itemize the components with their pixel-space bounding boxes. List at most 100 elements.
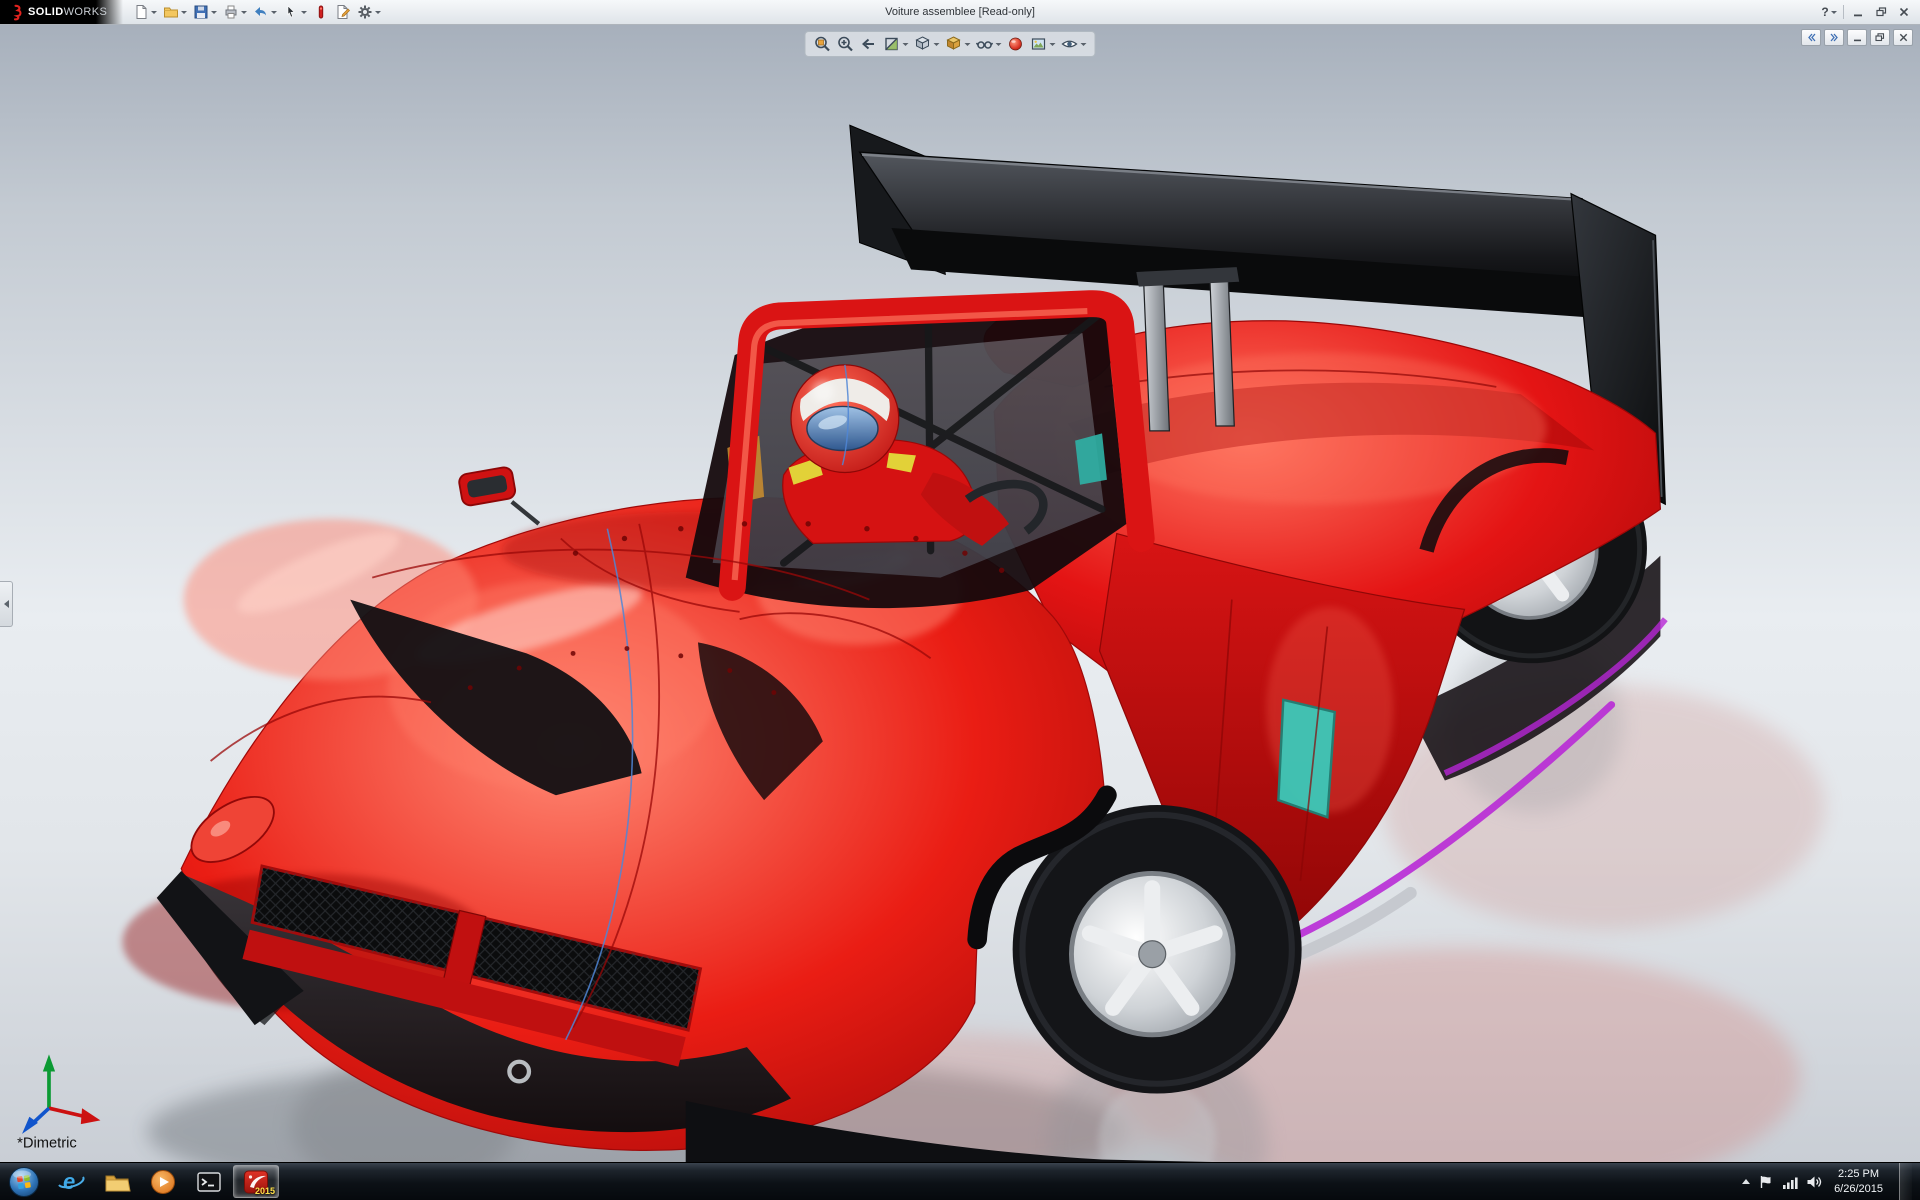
- dropdown-caret[interactable]: [301, 11, 307, 14]
- previous-view-button[interactable]: [859, 34, 879, 54]
- clock-date: 6/26/2015: [1834, 1182, 1883, 1196]
- cockpit-teal-part: [1075, 433, 1107, 484]
- app-logo: SOLIDWORKS: [0, 0, 123, 24]
- windows-taskbar: e: [0, 1162, 1920, 1200]
- taskbar-app-media-player[interactable]: [141, 1165, 185, 1198]
- side-window-teal[interactable]: [1278, 700, 1334, 817]
- help-glyph: ?: [1821, 5, 1828, 19]
- divider: [1843, 5, 1844, 19]
- display-style-button[interactable]: [944, 34, 972, 54]
- dropdown-caret[interactable]: [1831, 11, 1837, 14]
- windows-explorer-icon: [103, 1168, 131, 1196]
- dropdown-caret[interactable]: [241, 11, 247, 14]
- view-orientation-button[interactable]: [913, 34, 941, 54]
- dropdown-caret[interactable]: [1050, 43, 1056, 46]
- new-document-icon: [133, 4, 149, 20]
- dropdown-caret[interactable]: [375, 11, 381, 14]
- hide-show-items-icon: [976, 35, 994, 53]
- clock-time: 2:25 PM: [1834, 1167, 1883, 1181]
- options-button[interactable]: [355, 1, 383, 23]
- minimize-icon: [1853, 7, 1863, 17]
- close-button[interactable]: [1895, 4, 1913, 20]
- open-icon: [163, 4, 179, 20]
- dropdown-caret[interactable]: [965, 43, 971, 46]
- open-button[interactable]: [161, 1, 189, 23]
- dropdown-caret[interactable]: [1081, 43, 1087, 46]
- rebuild-button[interactable]: [311, 1, 331, 23]
- dropdown-caret[interactable]: [903, 43, 909, 46]
- file-properties-button[interactable]: [333, 1, 353, 23]
- zoom-to-area-button[interactable]: [836, 34, 856, 54]
- section-view-button[interactable]: [882, 34, 910, 54]
- file-properties-icon: [335, 4, 351, 20]
- dropdown-caret[interactable]: [151, 11, 157, 14]
- start-button[interactable]: [0, 1163, 48, 1200]
- triad-x-axis: [81, 1108, 101, 1124]
- title-bar: SOLIDWORKS: [0, 0, 1920, 25]
- brand-text: SOLIDWORKS: [28, 6, 107, 18]
- undo-icon: [253, 4, 269, 20]
- minimize-button[interactable]: [1849, 4, 1867, 20]
- taskbar-app-solidworks[interactable]: 2015: [233, 1165, 279, 1198]
- taskbar-app-command-prompt[interactable]: [187, 1165, 231, 1198]
- dropdown-caret[interactable]: [271, 11, 277, 14]
- zoom-to-area-icon: [837, 35, 855, 53]
- doc-minimize-icon: [1853, 33, 1862, 42]
- dropdown-caret[interactable]: [181, 11, 187, 14]
- previous-view-icon: [860, 35, 878, 53]
- new-document-button[interactable]: [131, 1, 159, 23]
- apply-scene-icon: [1030, 35, 1048, 53]
- front-hub-cap: [1139, 941, 1166, 968]
- pane-forward-icon: [1830, 33, 1839, 42]
- dropdown-caret[interactable]: [211, 11, 217, 14]
- system-tray: 2:25 PM 6/26/2015: [1734, 1163, 1920, 1200]
- show-desktop-button[interactable]: [1899, 1163, 1912, 1200]
- edit-appearance-icon: [1007, 35, 1025, 53]
- svg-text:e: e: [63, 1169, 75, 1194]
- view-settings-icon: [1061, 35, 1079, 53]
- hide-show-items-button[interactable]: [975, 34, 1003, 54]
- solidworks-window: SOLIDWORKS: [0, 0, 1920, 1200]
- reference-triad: [22, 1054, 100, 1133]
- 3d-viewport-canvas[interactable]: *Dimetric: [0, 25, 1920, 1162]
- edit-appearance-button[interactable]: [1006, 34, 1026, 54]
- standard-toolbar: [131, 1, 383, 23]
- restore-icon: [1876, 7, 1887, 17]
- dropdown-caret[interactable]: [934, 43, 940, 46]
- zoom-to-fit-button[interactable]: [813, 34, 833, 54]
- helmet-visor: [807, 406, 878, 450]
- taskbar-clock[interactable]: 2:25 PM 6/26/2015: [1830, 1167, 1887, 1196]
- pane-forward-button[interactable]: [1824, 29, 1844, 46]
- taskbar-app-internet-explorer[interactable]: e: [49, 1165, 93, 1198]
- hidden-icons-arrow[interactable]: [1742, 1179, 1750, 1184]
- save-button[interactable]: [191, 1, 219, 23]
- select-button[interactable]: [281, 1, 309, 23]
- doc-restore-button[interactable]: [1870, 29, 1890, 46]
- doc-minimize-button[interactable]: [1847, 29, 1867, 46]
- media-player-icon: [149, 1168, 177, 1196]
- pane-back-button[interactable]: [1801, 29, 1821, 46]
- view-settings-button[interactable]: [1060, 34, 1088, 54]
- taskbar-spacer: [280, 1163, 1734, 1200]
- action-center-icon[interactable]: [1758, 1174, 1774, 1190]
- side-mirror[interactable]: [458, 466, 517, 507]
- volume-icon[interactable]: [1806, 1174, 1822, 1190]
- undo-button[interactable]: [251, 1, 279, 23]
- select-icon: [283, 4, 299, 20]
- restore-button[interactable]: [1872, 4, 1890, 20]
- doc-restore-icon: [1875, 33, 1885, 42]
- close-icon: [1899, 7, 1909, 17]
- dropdown-caret[interactable]: [996, 43, 1002, 46]
- graphics-area[interactable]: *Dimetric: [0, 25, 1920, 1162]
- help-button[interactable]: ?: [1820, 4, 1838, 20]
- solidworks-version-badge: 2015: [255, 1186, 275, 1196]
- view-orientation-label: *Dimetric: [17, 1135, 77, 1151]
- document-window-controls: [1801, 29, 1913, 46]
- taskbar-app-windows-explorer[interactable]: [95, 1165, 139, 1198]
- apply-scene-button[interactable]: [1029, 34, 1057, 54]
- print-button[interactable]: [221, 1, 249, 23]
- network-icon[interactable]: [1782, 1174, 1798, 1190]
- feature-pane-collapse-tab[interactable]: [0, 581, 13, 627]
- doc-close-button[interactable]: [1893, 29, 1913, 46]
- collapse-arrow-icon: [4, 600, 9, 608]
